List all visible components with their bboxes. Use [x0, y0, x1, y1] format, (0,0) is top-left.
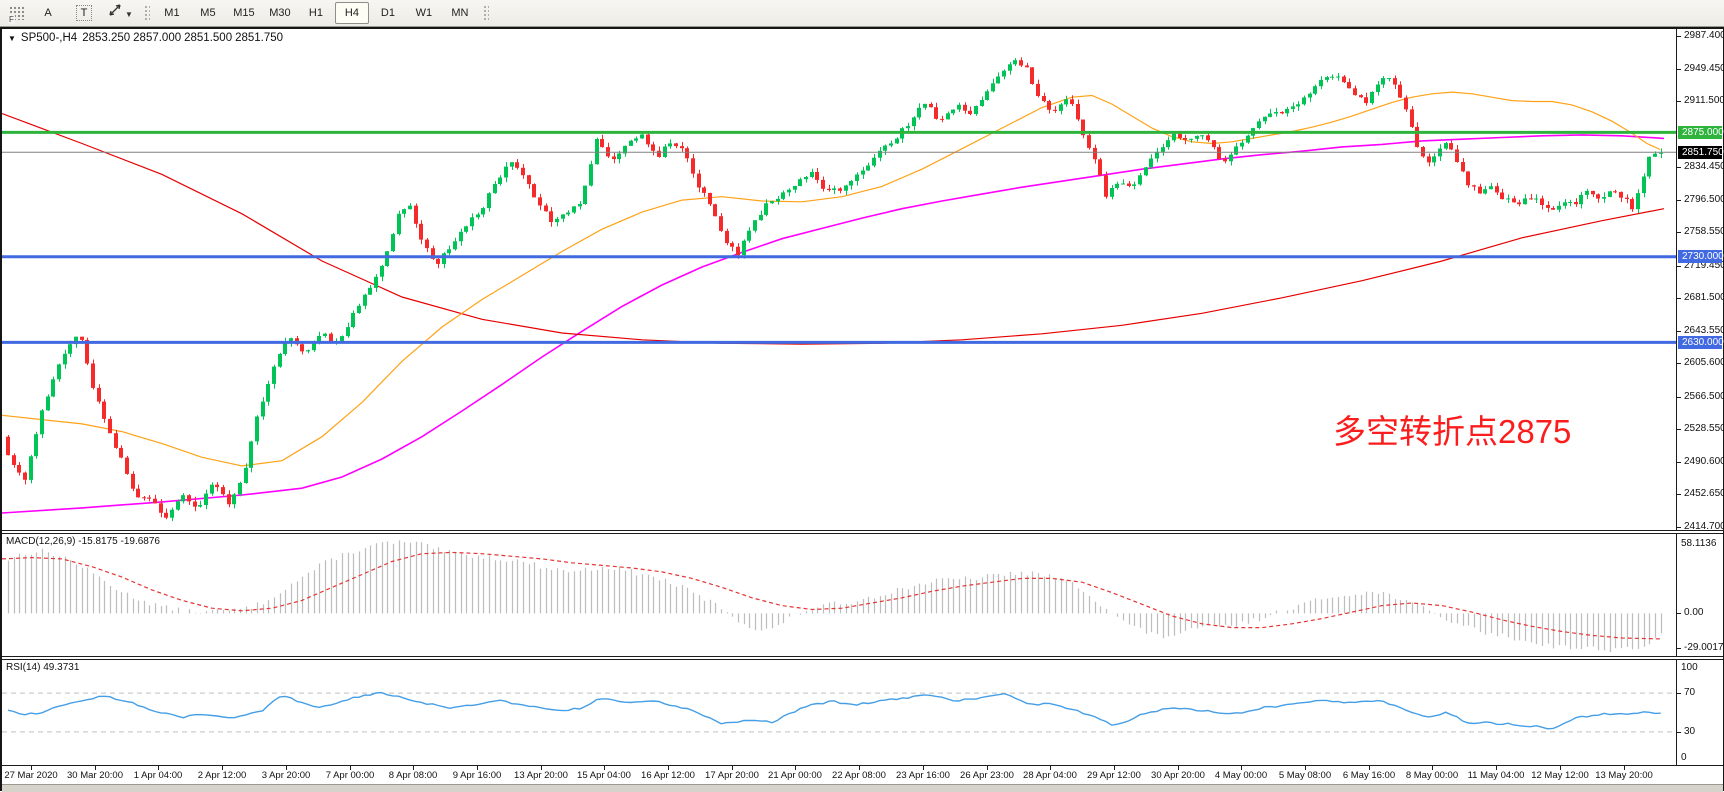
- dotted-grid-icon: F: [9, 6, 25, 20]
- macd-label: MACD(12,26,9) -15.8175 -19.6876: [6, 536, 160, 547]
- expand-triangle-icon[interactable]: ▼: [8, 34, 16, 43]
- macd-axis: 58.11360.00-29.0017: [1676, 534, 1723, 656]
- annotation-text: 多空转折点2875: [1333, 415, 1571, 449]
- price-level-label: 2875.000: [1678, 126, 1722, 139]
- price-axis: 2987.4002949.4502911.5002834.4502796.500…: [1676, 29, 1723, 530]
- quote-close: 2851.750: [235, 32, 283, 44]
- arrows-tool-button[interactable]: ▼: [103, 2, 138, 24]
- rsi-label: RSI(14) 49.3731: [6, 662, 79, 673]
- diagonal-arrows-icon: [108, 3, 123, 17]
- symbol-timeframe-label: SP500-,H4: [21, 32, 77, 44]
- dropdown-caret-icon: ▼: [125, 10, 133, 19]
- macd-histogram: [9, 540, 1662, 652]
- letter-a-button[interactable]: A: [31, 2, 65, 24]
- timeframe-button-W1[interactable]: W1: [407, 2, 441, 24]
- rsi-plot[interactable]: [2, 660, 1677, 765]
- timeframe-button-M30[interactable]: M30: [263, 2, 297, 24]
- macd-plot[interactable]: [2, 534, 1677, 656]
- candles-layer: [6, 57, 1663, 521]
- macd-panel: MACD(12,26,9) -15.8175 -19.6876 58.11360…: [2, 534, 1723, 656]
- rsi-axis: 10070300: [1676, 660, 1723, 765]
- timeframe-button-D1[interactable]: D1: [371, 2, 405, 24]
- time-label: 13 May 20:00: [1584, 770, 1664, 781]
- text-tool-button[interactable]: T: [67, 2, 101, 24]
- price-chart-plot[interactable]: [2, 29, 1677, 530]
- chart-window: ▼ SP500-,H4 2853.250 2857.000 2851.500 2…: [0, 27, 1724, 791]
- timeframe-button-M15[interactable]: M15: [227, 2, 261, 24]
- rsi-panel: RSI(14) 49.3731 10070300: [2, 660, 1723, 766]
- chart-header: ▼ SP500-,H4 2853.250 2857.000 2851.500 2…: [8, 32, 283, 44]
- timeframe-button-group: M1M5M15M30H1H4D1W1MN: [154, 2, 478, 24]
- toolbar-grip: [482, 4, 489, 22]
- price-chart-panel: ▼ SP500-,H4 2853.250 2857.000 2851.500 2…: [2, 29, 1723, 530]
- timeframe-button-MN[interactable]: MN: [443, 2, 477, 24]
- timeframe-button-M5[interactable]: M5: [191, 2, 225, 24]
- text-tool-icon: T: [76, 5, 93, 21]
- quote-open: 2853.250: [82, 32, 130, 44]
- timeframe-button-H4[interactable]: H4: [335, 2, 369, 24]
- quote-high: 2857.000: [133, 32, 181, 44]
- price-level-label: 2630.000: [1678, 336, 1722, 349]
- price-level-label: 2851.750: [1678, 146, 1722, 159]
- price-level-label: 2730.000: [1678, 250, 1722, 263]
- chart-shift-button[interactable]: F: [5, 3, 29, 23]
- quote-low: 2851.500: [184, 32, 232, 44]
- timeframe-button-H1[interactable]: H1: [299, 2, 333, 24]
- time-axis: 27 Mar 202030 Mar 20:001 Apr 04:002 Apr …: [2, 766, 1723, 784]
- top-toolbar: F A T ▼ M1M5M15M30H1H4D1W1MN: [0, 0, 1724, 27]
- rsi-line: [8, 693, 1661, 729]
- timeframe-button-M1[interactable]: M1: [155, 2, 189, 24]
- window-bottom-strip: [2, 784, 1723, 792]
- toolbar-grip: [143, 4, 150, 22]
